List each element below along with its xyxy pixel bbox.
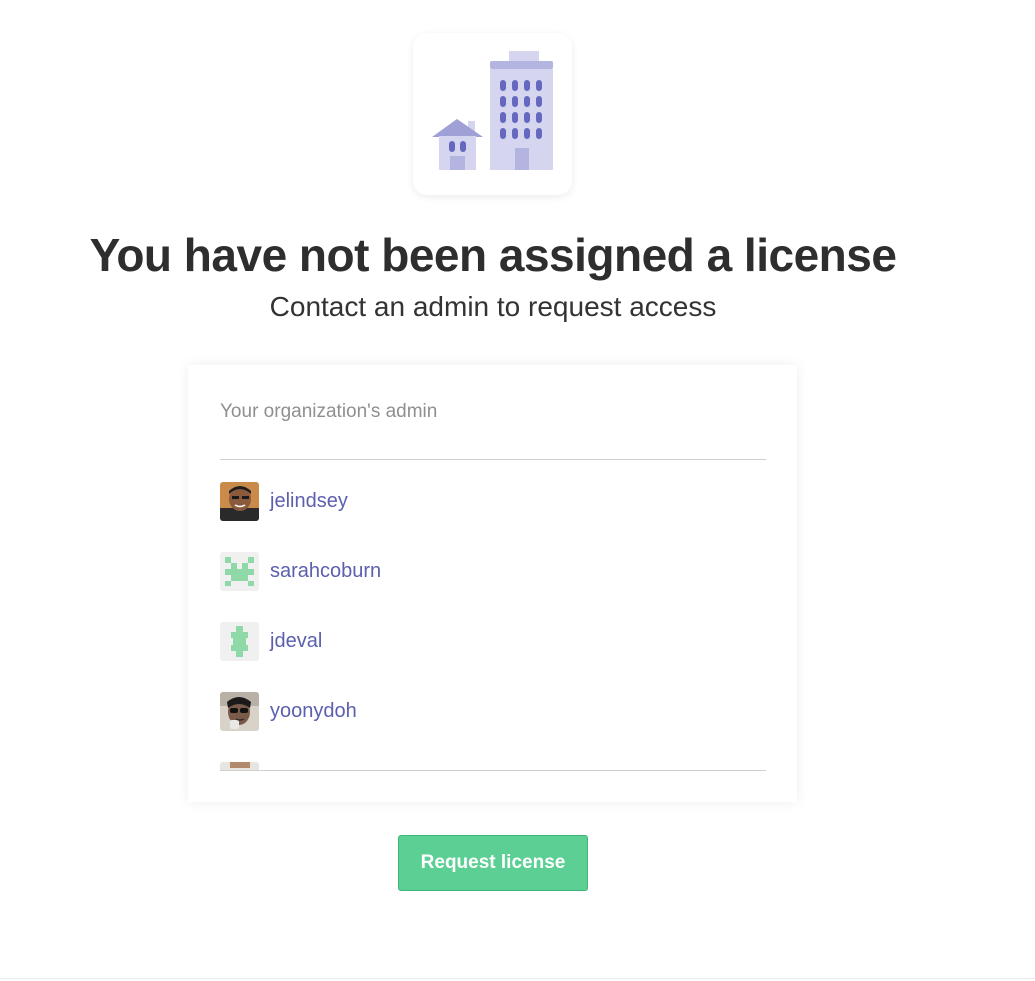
admin-username-link[interactable]: yoonydoh <box>270 700 357 723</box>
admin-list-item[interactable]: jdeval <box>220 621 322 661</box>
office-buildings-icon <box>432 51 553 170</box>
user-identicon-avatar <box>220 621 259 661</box>
page-subtitle: Contact an admin to request access <box>269 291 717 322</box>
footer-divider <box>0 978 1035 979</box>
admin-username-link[interactable]: sarahcoburn <box>270 560 381 583</box>
admin-username-link[interactable]: jdeval <box>270 630 322 653</box>
admin-list[interactable]: jelindsey sarahcoburn jdeval yoonydoh <box>220 460 766 770</box>
admin-list-item[interactable]: sarahcoburn <box>220 551 381 591</box>
user-photo-avatar <box>220 761 259 770</box>
page-title: You have not been assigned a license <box>89 229 897 281</box>
admin-list-item[interactable] <box>220 761 270 770</box>
admin-list-card: Your organization's admin jelindsey sara… <box>188 365 797 802</box>
user-photo-avatar <box>220 481 259 521</box>
admin-list-item[interactable]: jelindsey <box>220 481 348 521</box>
admin-list-item[interactable]: yoonydoh <box>220 691 357 731</box>
user-identicon-avatar <box>220 551 259 591</box>
admin-list-label: Your organization's admin <box>220 401 438 422</box>
user-photo-avatar <box>220 691 259 731</box>
request-license-button[interactable]: Request license <box>398 835 588 891</box>
building-illustration-card <box>413 33 572 195</box>
divider <box>220 770 766 771</box>
admin-username-link[interactable]: jelindsey <box>270 490 348 513</box>
